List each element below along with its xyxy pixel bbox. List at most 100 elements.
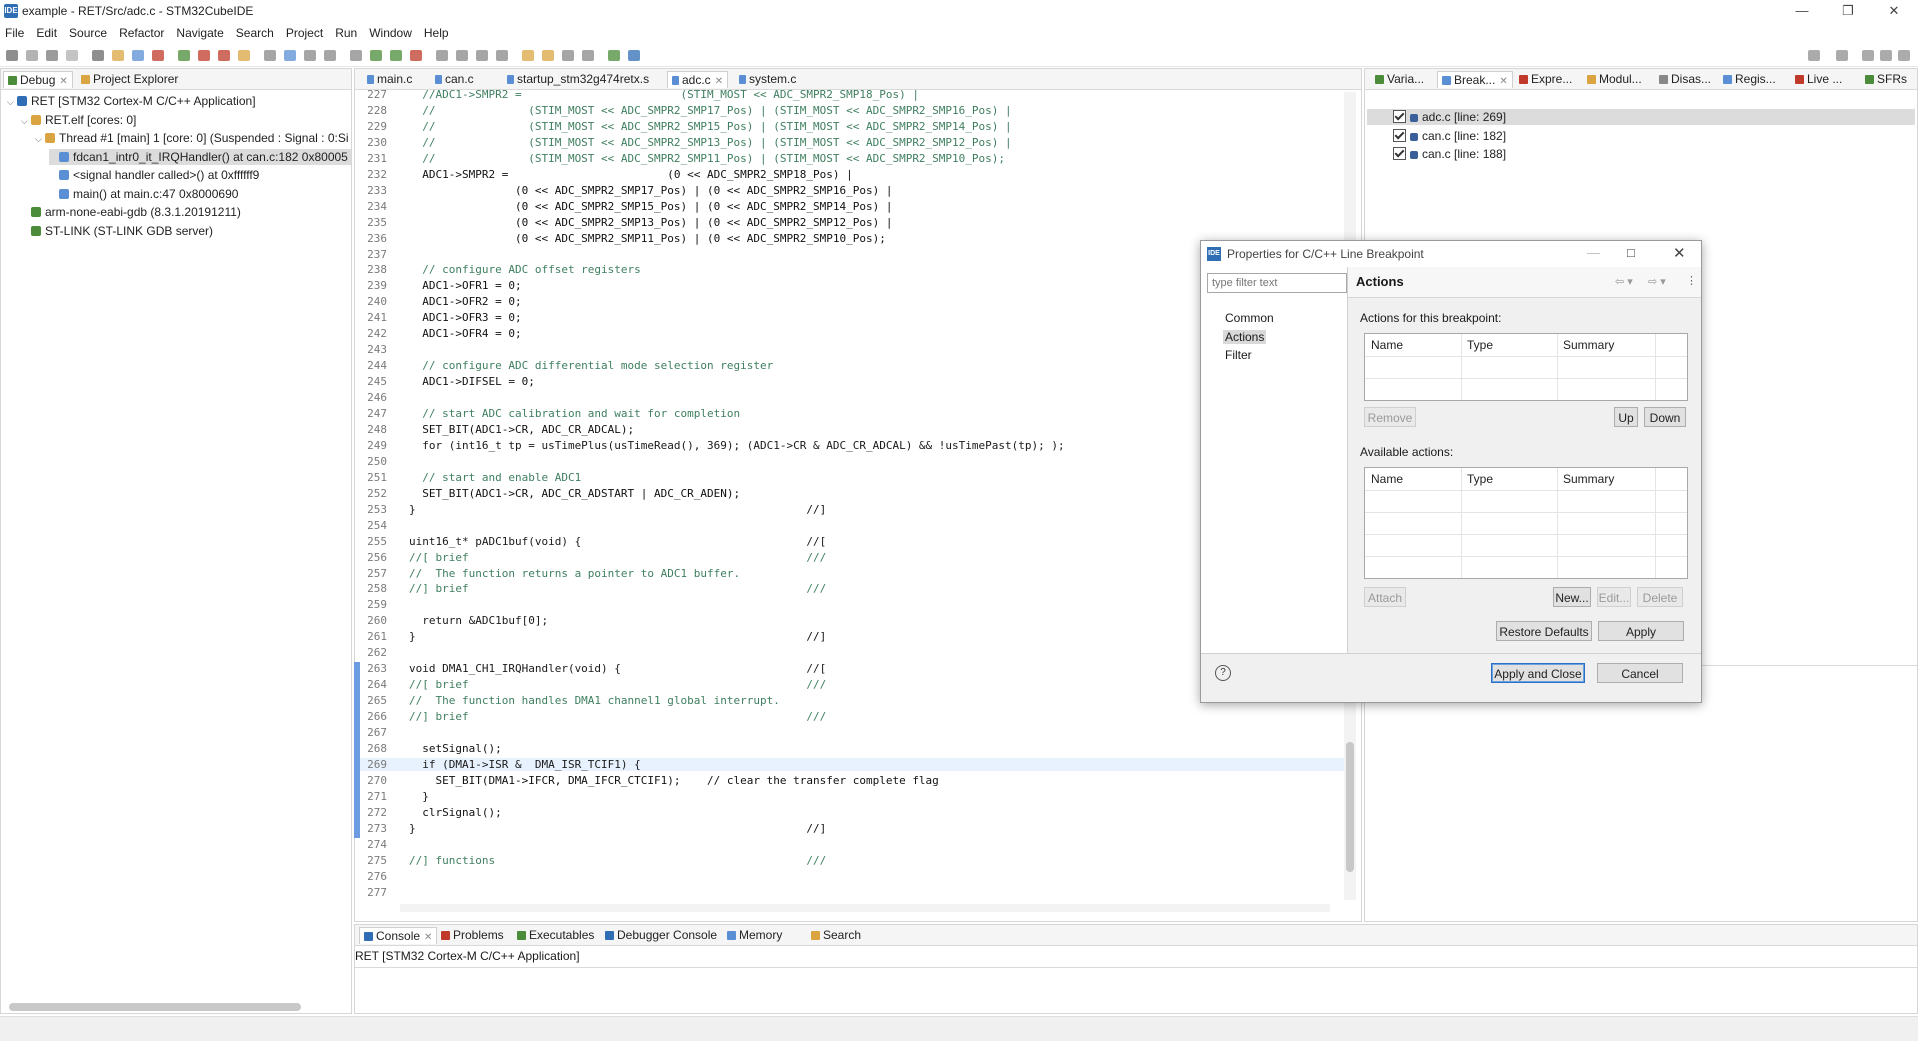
toolbar-button-icon[interactable] <box>324 50 336 61</box>
up-button[interactable]: Up <box>1614 407 1638 427</box>
toolbar-button-icon[interactable] <box>112 50 124 61</box>
nav-item-filter[interactable]: Filter <box>1223 348 1254 362</box>
toolbar-button-icon[interactable] <box>152 50 164 61</box>
horizontal-scrollbar[interactable] <box>9 1003 301 1011</box>
right-tab[interactable]: Break... ✕ <box>1437 71 1513 88</box>
right-tab[interactable]: Live ... <box>1791 71 1846 87</box>
tab-project-explorer[interactable]: Project Explorer <box>77 71 182 87</box>
toolbar-button-icon[interactable] <box>522 50 534 61</box>
menu-help[interactable]: Help <box>419 24 454 42</box>
close-tab-icon[interactable]: ✕ <box>715 76 723 87</box>
dialog-close-icon[interactable]: ✕ <box>1673 244 1686 262</box>
editor-hscrollbar[interactable] <box>400 904 1330 912</box>
toolbar-button-icon[interactable] <box>198 50 210 61</box>
toolbar-button-icon[interactable] <box>628 50 640 61</box>
menu-window[interactable]: Window <box>364 24 417 42</box>
menu-run[interactable]: Run <box>330 24 362 42</box>
perspective-icon[interactable] <box>1898 50 1910 61</box>
col-summary[interactable]: Summary <box>1563 472 1614 486</box>
bottom-tab[interactable]: Memory <box>723 927 786 943</box>
close-tab-icon[interactable]: ✕ <box>59 76 67 87</box>
toolbar-button-icon[interactable] <box>436 50 448 61</box>
delete-action-button[interactable]: Delete <box>1637 587 1683 607</box>
toolbar-button-icon[interactable] <box>456 50 468 61</box>
breakpoint-checkbox[interactable] <box>1393 128 1406 142</box>
close-tab-icon[interactable]: ✕ <box>1499 76 1507 87</box>
editor-tab[interactable]: system.c <box>735 71 800 87</box>
breakpoint-actions-table[interactable]: Name Type Summary <box>1364 333 1688 401</box>
view-menu-icon[interactable]: ⋮ <box>1686 274 1697 287</box>
col-summary[interactable]: Summary <box>1563 338 1614 352</box>
dialog-maximize-icon[interactable]: □ <box>1627 245 1635 260</box>
toolbar-button-icon[interactable] <box>562 50 574 61</box>
bottom-tab[interactable]: Console ✕ <box>359 927 438 944</box>
perspective-icon[interactable] <box>1880 50 1892 61</box>
forward-icon[interactable]: ⇨ ▾ <box>1648 275 1666 288</box>
breakpoint-item[interactable]: can.c [line: 182] <box>1367 128 1915 144</box>
toolbar-button-icon[interactable] <box>92 50 104 61</box>
right-tab[interactable]: Varia... <box>1371 71 1428 87</box>
editor-tab[interactable]: can.c <box>431 71 478 87</box>
editor-tab[interactable]: adc.c ✕ <box>667 71 729 88</box>
bottom-tab[interactable]: Executables <box>513 927 598 943</box>
scroll-thumb[interactable] <box>1346 742 1354 872</box>
tab-debug[interactable]: Debug ✕ <box>3 71 73 88</box>
nav-item-common[interactable]: Common <box>1223 311 1276 325</box>
toolbar-button-icon[interactable] <box>132 50 144 61</box>
attach-button[interactable]: Attach <box>1364 587 1406 607</box>
toolbar-button-icon[interactable] <box>390 50 402 61</box>
minimize-icon[interactable]: — <box>1782 2 1822 20</box>
filter-input[interactable] <box>1207 273 1347 293</box>
col-type[interactable]: Type <box>1467 338 1493 352</box>
editor-tab[interactable]: main.c <box>363 71 416 87</box>
toolbar-button-icon[interactable] <box>264 50 276 61</box>
close-icon[interactable]: ✕ <box>1874 2 1914 20</box>
cancel-button[interactable]: Cancel <box>1597 663 1683 683</box>
breakpoint-item[interactable]: can.c [line: 188] <box>1367 146 1915 162</box>
toolbar-button-icon[interactable] <box>370 50 382 61</box>
nav-item-actions[interactable]: Actions <box>1223 329 1267 344</box>
toolbar-button-icon[interactable] <box>46 50 58 61</box>
down-button[interactable]: Down <box>1644 407 1686 427</box>
menu-refactor[interactable]: Refactor <box>114 24 169 42</box>
toolbar-button-icon[interactable] <box>178 50 190 61</box>
new-action-button[interactable]: New... <box>1553 587 1591 607</box>
breakpoint-checkbox[interactable] <box>1393 147 1406 160</box>
code-editor[interactable]: 227 //ADC1->SMPR2 = (STIM_MOST << ADC_SM… <box>0 88 1344 908</box>
toolbar-button-icon[interactable] <box>582 50 594 61</box>
edit-action-button[interactable]: Edit... <box>1597 587 1631 607</box>
menu-edit[interactable]: Edit <box>31 24 62 42</box>
col-name[interactable]: Name <box>1371 472 1403 486</box>
restore-defaults-button[interactable]: Restore Defaults <box>1496 621 1592 641</box>
toolbar-button-icon[interactable] <box>476 50 488 61</box>
available-actions-table[interactable]: Name Type Summary <box>1364 467 1688 579</box>
remove-button[interactable]: Remove <box>1364 407 1416 427</box>
toolbar-button-icon[interactable] <box>304 50 316 61</box>
back-icon[interactable]: ⇦ ▾ <box>1615 275 1633 288</box>
right-tab[interactable]: SFRs <box>1861 71 1911 87</box>
editor-tab[interactable]: startup_stm32g474retx.s <box>503 71 653 87</box>
apply-and-close-button[interactable]: Apply and Close <box>1491 663 1585 683</box>
toolbar-button-icon[interactable] <box>410 50 422 61</box>
help-icon[interactable]: ? <box>1215 665 1231 681</box>
perspective-icon[interactable] <box>1862 50 1874 61</box>
right-tab[interactable]: Disas... <box>1655 71 1715 87</box>
toolbar-button-icon[interactable] <box>6 50 18 61</box>
menu-navigate[interactable]: Navigate <box>171 24 228 42</box>
restore-icon[interactable]: ❐ <box>1828 2 1868 20</box>
breakpoint-checkbox[interactable] <box>1393 110 1406 123</box>
right-tab[interactable]: Regis... <box>1719 71 1780 87</box>
toolbar-button-icon[interactable] <box>350 50 362 61</box>
menu-file[interactable]: File <box>0 24 29 42</box>
right-tab[interactable]: Expre... <box>1515 71 1576 87</box>
apply-button[interactable]: Apply <box>1598 621 1684 641</box>
dialog-minimize-icon[interactable]: — <box>1587 245 1600 260</box>
toolbar-button-icon[interactable] <box>284 50 296 61</box>
perspective-icon[interactable] <box>1808 50 1820 61</box>
menu-source[interactable]: Source <box>64 24 112 42</box>
breakpoint-item[interactable]: adc.c [line: 269] <box>1367 109 1915 125</box>
toolbar-button-icon[interactable] <box>608 50 620 61</box>
toolbar-button-icon[interactable] <box>66 50 78 61</box>
toolbar-button-icon[interactable] <box>496 50 508 61</box>
toolbar-button-icon[interactable] <box>542 50 554 61</box>
